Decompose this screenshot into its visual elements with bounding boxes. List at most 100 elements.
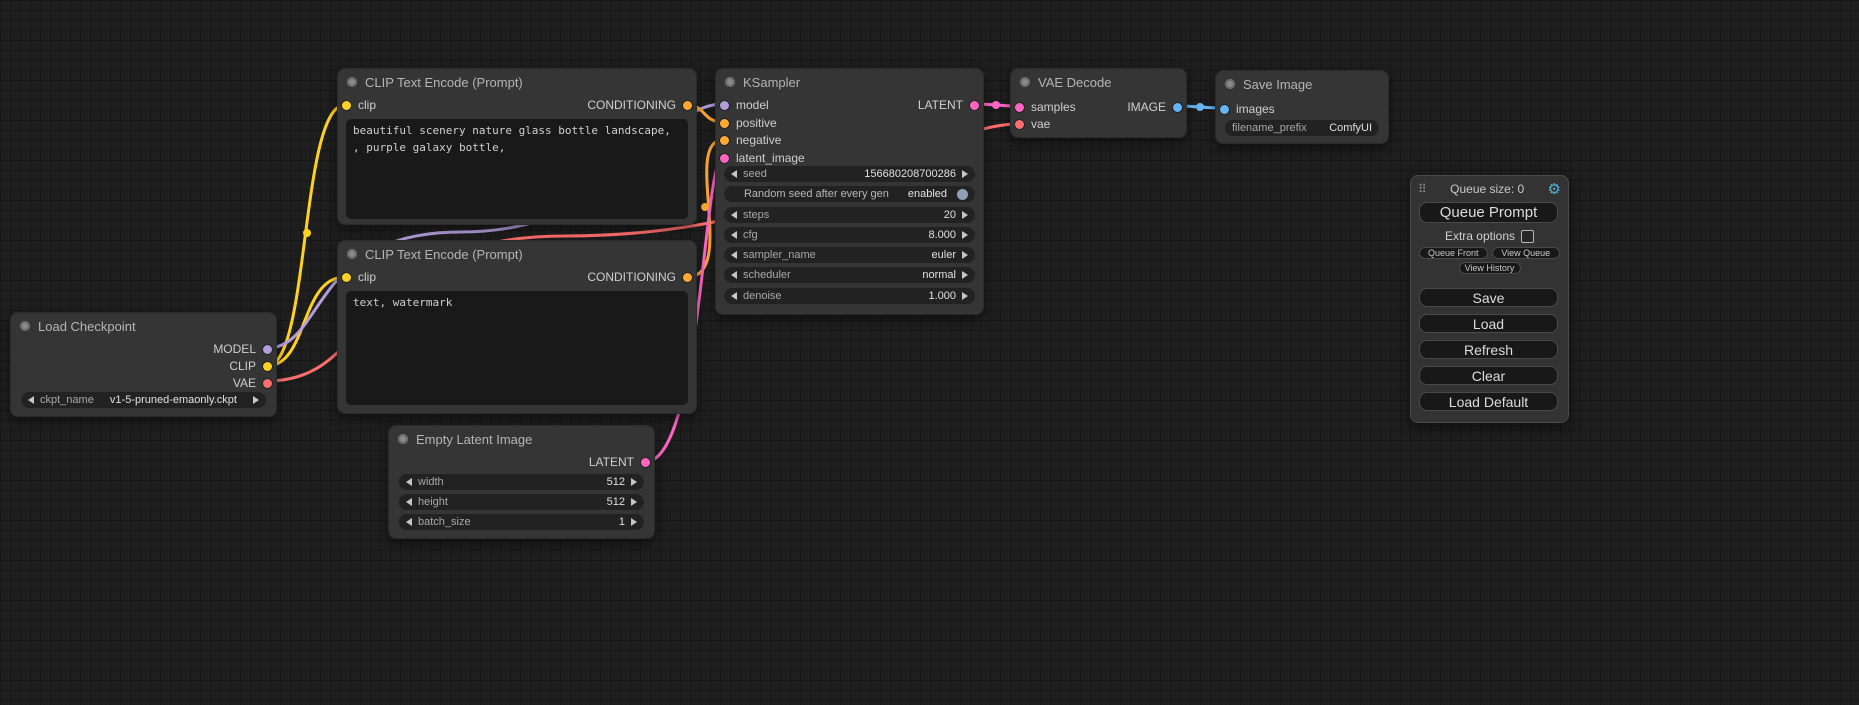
- filename-prefix-widget[interactable]: filename_prefix ComfyUI: [1225, 120, 1379, 136]
- load-button[interactable]: Load: [1419, 314, 1558, 333]
- clip-output-slot[interactable]: CLIP: [229, 358, 272, 374]
- increment-icon[interactable]: [962, 211, 968, 219]
- positive-input-slot[interactable]: positive: [720, 115, 777, 131]
- node-title-bar[interactable]: CLIP Text Encode (Prompt): [338, 69, 696, 95]
- images-input-dot[interactable]: [1220, 105, 1229, 114]
- clip-input-slot[interactable]: clip: [342, 269, 376, 285]
- clip-input-dot[interactable]: [342, 101, 351, 110]
- vae-input-slot[interactable]: vae: [1015, 116, 1050, 132]
- increment-icon[interactable]: [962, 231, 968, 239]
- refresh-button[interactable]: Refresh: [1419, 340, 1558, 359]
- latent-image-input-slot[interactable]: latent_image: [720, 150, 805, 166]
- prev-value-icon[interactable]: [28, 396, 34, 404]
- collapse-toggle-icon[interactable]: [398, 434, 408, 444]
- node-save-image[interactable]: Save Image images filename_prefix ComfyU…: [1215, 70, 1389, 144]
- decrement-icon[interactable]: [406, 498, 412, 506]
- positive-input-dot[interactable]: [720, 119, 729, 128]
- model-input-slot[interactable]: model: [720, 97, 769, 113]
- conditioning-output-dot[interactable]: [683, 101, 692, 110]
- load-default-button[interactable]: Load Default: [1419, 392, 1558, 411]
- node-graph-canvas[interactable]: Load Checkpoint MODEL CLIP VAE ckpt_name…: [0, 0, 1859, 705]
- increment-icon[interactable]: [631, 478, 637, 486]
- decrement-icon[interactable]: [731, 231, 737, 239]
- collapse-toggle-icon[interactable]: [725, 77, 735, 87]
- node-title-bar[interactable]: Empty Latent Image: [389, 426, 654, 452]
- width-widget[interactable]: width 512: [399, 474, 644, 490]
- sampler-name-widget[interactable]: sampler_name euler: [724, 247, 975, 263]
- toggle-knob-icon[interactable]: [957, 189, 968, 200]
- ckpt-name-widget[interactable]: ckpt_name v1-5-pruned-emaonly.ckpt: [21, 392, 266, 408]
- conditioning-output-slot[interactable]: CONDITIONING: [587, 97, 692, 113]
- next-value-icon[interactable]: [962, 271, 968, 279]
- decrement-icon[interactable]: [406, 478, 412, 486]
- negative-prompt-textarea[interactable]: text, watermark: [346, 291, 688, 405]
- view-queue-button[interactable]: View Queue: [1492, 247, 1561, 259]
- latent-image-input-dot[interactable]: [720, 154, 729, 163]
- batch-size-widget[interactable]: batch_size 1: [399, 514, 644, 530]
- random-seed-toggle-widget[interactable]: Random seed after every gen enabled: [724, 186, 975, 202]
- prev-value-icon[interactable]: [731, 251, 737, 259]
- next-value-icon[interactable]: [962, 251, 968, 259]
- seed-widget[interactable]: seed 156680208700286: [724, 166, 975, 182]
- node-title-bar[interactable]: Save Image: [1216, 71, 1388, 97]
- node-title-bar[interactable]: CLIP Text Encode (Prompt): [338, 241, 696, 267]
- increment-icon[interactable]: [631, 498, 637, 506]
- steps-widget[interactable]: steps 20: [724, 207, 975, 223]
- latent-output-dot[interactable]: [970, 101, 979, 110]
- latent-output-slot[interactable]: LATENT: [918, 97, 979, 113]
- model-output-slot[interactable]: MODEL: [213, 341, 272, 357]
- vae-input-dot[interactable]: [1015, 120, 1024, 129]
- cfg-widget[interactable]: cfg 8.000: [724, 227, 975, 243]
- image-output-dot[interactable]: [1173, 103, 1182, 112]
- latent-output-slot[interactable]: LATENT: [589, 454, 650, 470]
- samples-input-dot[interactable]: [1015, 103, 1024, 112]
- prev-value-icon[interactable]: [731, 271, 737, 279]
- image-output-slot[interactable]: IMAGE: [1127, 99, 1182, 115]
- collapse-toggle-icon[interactable]: [1225, 79, 1235, 89]
- decrement-icon[interactable]: [731, 211, 737, 219]
- queue-prompt-button[interactable]: Queue Prompt: [1419, 202, 1558, 223]
- clip-input-slot[interactable]: clip: [342, 97, 376, 113]
- scheduler-widget[interactable]: scheduler normal: [724, 267, 975, 283]
- images-input-slot[interactable]: images: [1220, 101, 1275, 117]
- collapse-toggle-icon[interactable]: [1020, 77, 1030, 87]
- queue-front-button[interactable]: Queue Front: [1419, 247, 1488, 259]
- negative-input-slot[interactable]: negative: [720, 132, 781, 148]
- clip-output-dot[interactable]: [263, 362, 272, 371]
- increment-icon[interactable]: [631, 518, 637, 526]
- increment-icon[interactable]: [962, 170, 968, 178]
- collapse-toggle-icon[interactable]: [347, 249, 357, 259]
- vae-output-dot[interactable]: [263, 379, 272, 388]
- denoise-widget[interactable]: denoise 1.000: [724, 288, 975, 304]
- decrement-icon[interactable]: [731, 292, 737, 300]
- extra-options-checkbox[interactable]: [1521, 230, 1534, 243]
- collapse-toggle-icon[interactable]: [20, 321, 30, 331]
- latent-output-dot[interactable]: [641, 458, 650, 467]
- view-history-button[interactable]: View History: [1459, 262, 1521, 274]
- settings-gear-icon[interactable]: ⚙: [1548, 182, 1561, 197]
- node-title-bar[interactable]: VAE Decode: [1011, 69, 1186, 95]
- next-value-icon[interactable]: [253, 396, 259, 404]
- node-clip-text-encode-positive[interactable]: CLIP Text Encode (Prompt) clip CONDITION…: [337, 68, 697, 225]
- vae-output-slot[interactable]: VAE: [233, 375, 272, 391]
- collapse-toggle-icon[interactable]: [347, 77, 357, 87]
- clear-button[interactable]: Clear: [1419, 366, 1558, 385]
- increment-icon[interactable]: [962, 292, 968, 300]
- model-input-dot[interactable]: [720, 101, 729, 110]
- positive-prompt-textarea[interactable]: beautiful scenery nature glass bottle la…: [346, 119, 688, 219]
- node-load-checkpoint[interactable]: Load Checkpoint MODEL CLIP VAE ckpt_name…: [10, 312, 277, 417]
- conditioning-output-dot[interactable]: [683, 273, 692, 282]
- model-output-dot[interactable]: [263, 345, 272, 354]
- node-empty-latent-image[interactable]: Empty Latent Image LATENT width 512 heig…: [388, 425, 655, 539]
- node-vae-decode[interactable]: VAE Decode samples IMAGE vae: [1010, 68, 1187, 138]
- save-button[interactable]: Save: [1419, 288, 1558, 307]
- clip-input-dot[interactable]: [342, 273, 351, 282]
- node-ksampler[interactable]: KSampler model LATENT positive negative …: [715, 68, 984, 315]
- decrement-icon[interactable]: [406, 518, 412, 526]
- negative-input-dot[interactable]: [720, 136, 729, 145]
- drag-handle-icon[interactable]: ⠿: [1418, 182, 1427, 196]
- decrement-icon[interactable]: [731, 170, 737, 178]
- conditioning-output-slot[interactable]: CONDITIONING: [587, 269, 692, 285]
- node-title-bar[interactable]: KSampler: [716, 69, 983, 95]
- samples-input-slot[interactable]: samples: [1015, 99, 1076, 115]
